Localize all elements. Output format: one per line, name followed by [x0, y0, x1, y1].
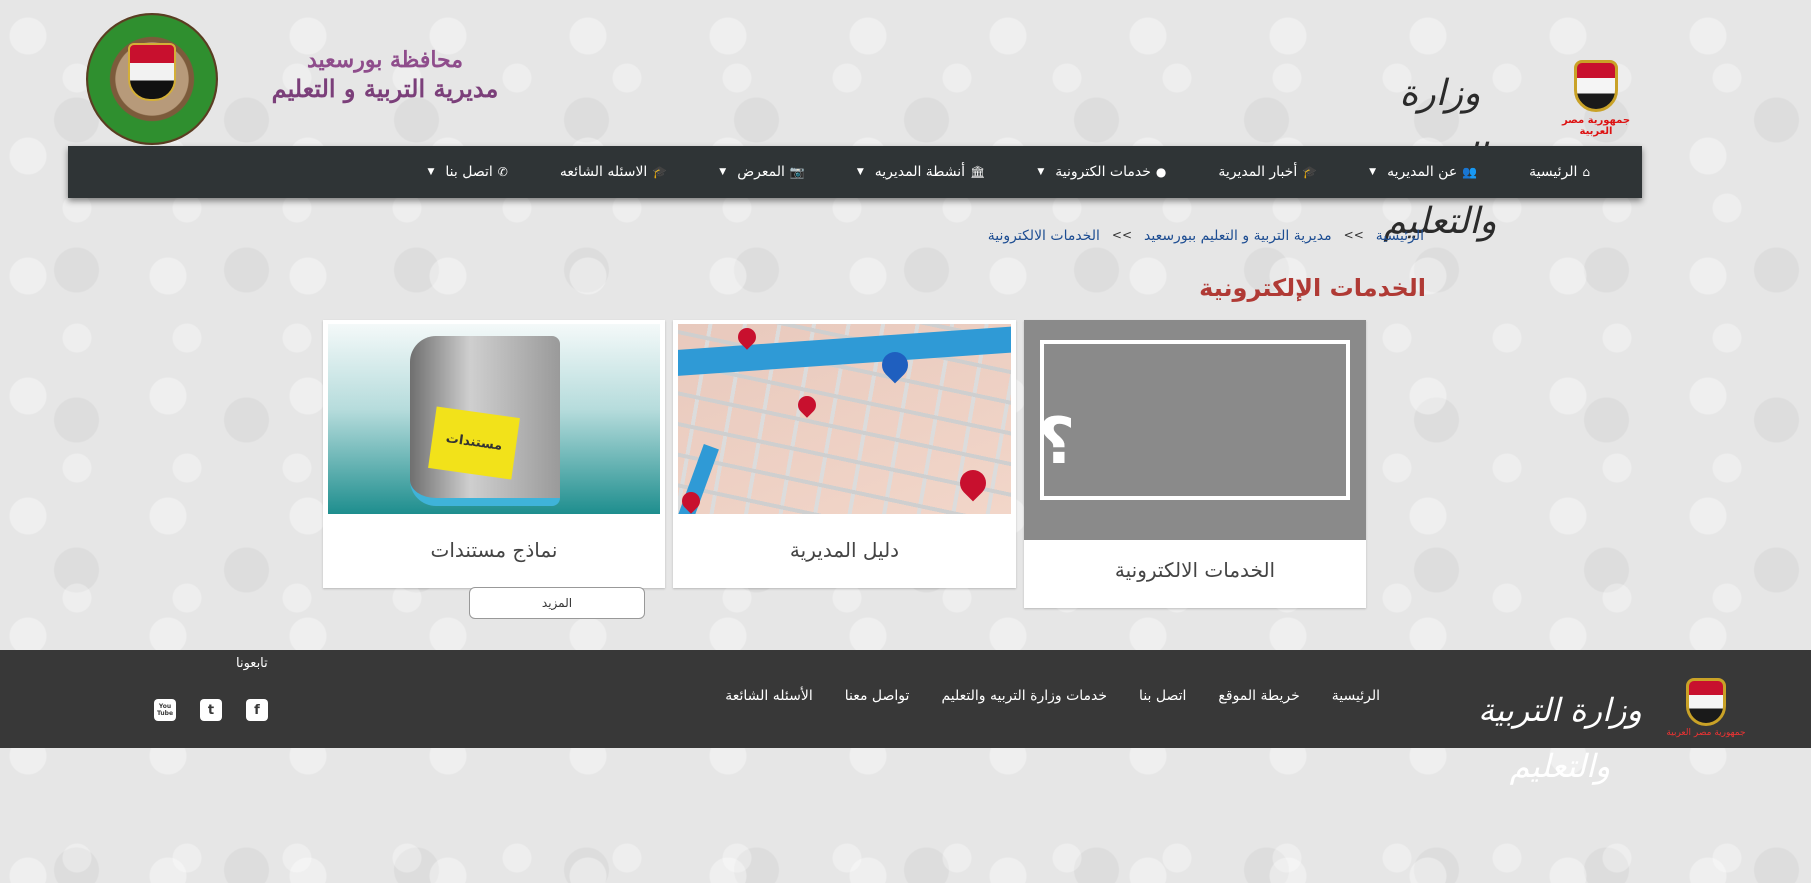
nav-item-eservices[interactable]: ● خدمات الكترونية ▼ — [1011, 146, 1192, 198]
card-label[interactable]: نماذج مستندات — [323, 538, 665, 562]
map-river — [678, 324, 1011, 378]
nav-item-news[interactable]: 🎓 أخبار المديرية — [1192, 146, 1343, 198]
map-pin-icon — [954, 464, 992, 502]
site-footer: جمهورية مصر العربية وزارة التربية والتعل… — [0, 650, 1811, 785]
site-header: محافظة بورسعيد مديرية التربية و التعليم … — [0, 0, 1811, 242]
card-label[interactable]: دليل المديرية — [673, 538, 1016, 562]
youtube-icon[interactable]: You Tube — [154, 699, 176, 721]
breadcrumb-directorate-link[interactable]: مديرية التربية و التعليم ببورسعيد — [1144, 228, 1332, 244]
nav-item-label: اتصل بنا — [445, 164, 493, 180]
card-label[interactable]: الخدمات الالكترونية — [1024, 558, 1366, 582]
graduation-cap-icon: 🎓 — [652, 165, 668, 179]
caret-down-icon: ▼ — [856, 167, 864, 177]
caret-down-icon: ▼ — [1369, 167, 1377, 177]
nav-item-activities[interactable]: 🏛 أنشطة المديريه ▼ — [831, 146, 1012, 198]
graduation-cap-icon: 🎓 — [1302, 165, 1318, 179]
camera-icon: 📷 — [789, 165, 805, 179]
home-icon: ⌂ — [1582, 165, 1590, 179]
eagle-shield-icon — [128, 43, 176, 101]
governorate-title: محافظة بورسعيد مديرية التربية و التعليم — [260, 46, 510, 104]
breadcrumb-separator: >> — [1111, 228, 1132, 242]
users-icon: 👥 — [1462, 165, 1478, 179]
ministry-calligraphy-logo: وزارة التربية والتعليم — [1383, 73, 1497, 242]
nav-item-label: أخبار المديرية — [1218, 164, 1298, 180]
nav-item-faq[interactable]: 🎓 الاسئله الشائعه — [534, 146, 693, 198]
phone-icon: ✆ — [497, 165, 508, 179]
globe-icon: ● — [1155, 165, 1167, 179]
twitter-icon[interactable]: t — [200, 699, 222, 721]
image-placeholder-frame — [1040, 340, 1350, 500]
main-navbar: ⌂ الرئيسية 👥 عن المديريه ▼ 🎓 أخبار المدي… — [68, 146, 1642, 198]
caret-down-icon: ▼ — [427, 167, 435, 177]
documents-folder-image: مستندات — [328, 324, 660, 514]
nav-item-label: خدمات الكترونية — [1055, 164, 1151, 180]
nav-item-label: أنشطة المديريه — [874, 164, 966, 180]
map-pin-icon — [794, 392, 820, 418]
eagle-icon — [1686, 678, 1726, 726]
ministry-calligraphy-logo: وزارة التربية والتعليم — [1478, 691, 1642, 785]
nav-item-label: عن المديريه — [1387, 164, 1458, 180]
nav-item-gallery[interactable]: 📷 المعرض ▼ — [693, 146, 831, 198]
footer-link-home[interactable]: الرئيسية — [1332, 688, 1380, 704]
caret-down-icon: ▼ — [1037, 167, 1045, 177]
footer-link-ministry-services[interactable]: خدمات وزارة التربيه والتعليم — [941, 688, 1107, 704]
egypt-emblem-logo: جمهورية مصر العربية — [1658, 678, 1754, 744]
card-document-templates[interactable]: مستندات نماذج مستندات — [323, 320, 665, 588]
governorate-name: محافظة بورسعيد — [306, 47, 464, 73]
nav-item-contact[interactable]: ✆ اتصل بنا ▼ — [401, 146, 533, 198]
breadcrumb-home-link[interactable]: الرئيسية — [1376, 228, 1424, 244]
footer-link-sitemap[interactable]: خريطة الموقع — [1218, 688, 1299, 704]
question-mark-icon: ؟ — [1038, 405, 1076, 479]
card-directorate-guide[interactable]: دليل المديرية — [673, 320, 1016, 588]
facebook-icon[interactable]: f — [246, 699, 268, 721]
more-button[interactable]: المزيد — [469, 587, 645, 619]
footer-link-reach-us[interactable]: تواصل معنا — [845, 688, 910, 704]
page-title: الخدمات الإلكترونية — [1199, 274, 1426, 302]
eagle-icon — [1574, 60, 1618, 112]
nav-item-home[interactable]: ⌂ الرئيسية — [1503, 146, 1616, 198]
breadcrumb-current[interactable]: الخدمات الالكترونية — [988, 228, 1100, 244]
directorate-name: مديرية التربية و التعليم — [271, 74, 499, 103]
governorate-seal-logo[interactable] — [86, 13, 218, 145]
card-eservices[interactable]: ؟ الخدمات الالكترونية — [1024, 320, 1366, 608]
footer-link-contact[interactable]: اتصل بنا — [1139, 688, 1186, 704]
follow-us-label: تابعونا — [236, 656, 268, 671]
nav-item-label: الاسئله الشائعه — [559, 164, 648, 180]
sticky-note: مستندات — [428, 406, 520, 480]
footer-links: الرئيسية خريطة الموقع اتصل بنا خدمات وزا… — [700, 688, 1380, 704]
nav-item-label: الرئيسية — [1529, 164, 1578, 180]
city-map-image — [678, 324, 1011, 514]
nav-item-label: المعرض — [737, 164, 785, 180]
caret-down-icon: ▼ — [719, 167, 727, 177]
nav-item-about[interactable]: 👥 عن المديريه ▼ — [1343, 146, 1503, 198]
breadcrumb-separator: >> — [1343, 228, 1364, 242]
eservices-image: ؟ — [1024, 320, 1366, 540]
emblem-caption: جمهورية مصر العربية — [1561, 115, 1631, 137]
emblem-caption: جمهورية مصر العربية — [1666, 728, 1746, 738]
egypt-emblem-logo: جمهورية مصر العربية — [1548, 60, 1644, 137]
institution-icon: 🏛 — [970, 165, 986, 179]
breadcrumb: الرئيسية >> مديرية التربية و التعليم ببو… — [980, 228, 1424, 244]
footer-link-faq[interactable]: الأسئله الشائعة — [725, 688, 813, 704]
